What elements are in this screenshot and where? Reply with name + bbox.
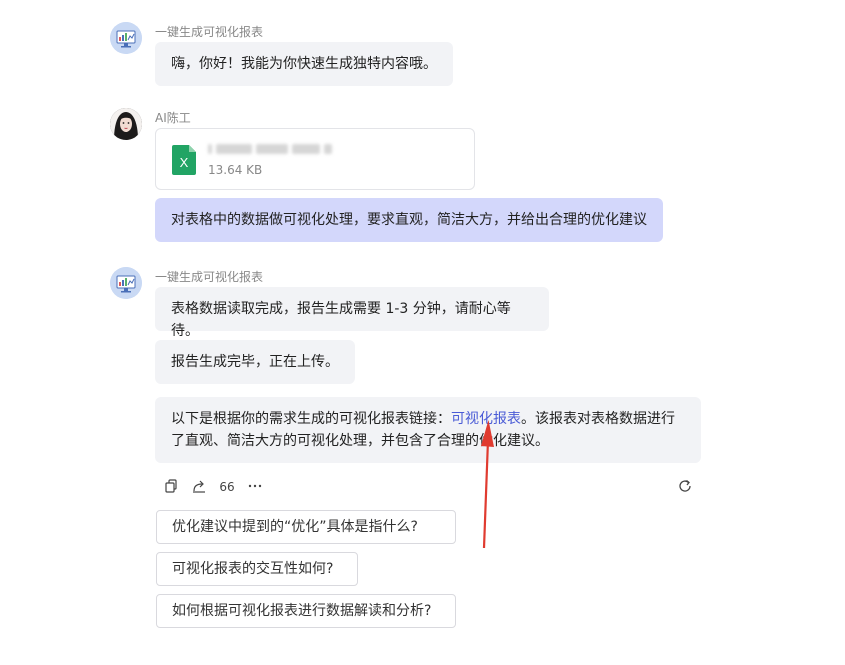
dashboard-monitor-icon: [110, 22, 142, 54]
user-sender-name: AI陈工: [155, 111, 191, 125]
bot-reply-report: 以下是根据你的需求生成的可视化报表链接：可视化报表。该报表对表格数据进行 了直观…: [155, 397, 701, 463]
dashboard-monitor-icon: [110, 267, 142, 299]
user-avatar: [110, 108, 142, 140]
report-prefix-text: 以下是根据你的需求生成的可视化报表链接：: [171, 411, 451, 427]
bot-reply-uploading: 报告生成完毕，正在上传。: [155, 340, 355, 384]
more-icon[interactable]: [247, 478, 263, 494]
file-name-redacted: [208, 143, 336, 158]
report-line-1: 以下是根据你的需求生成的可视化报表链接：可视化报表。该报表对表格数据进行: [171, 408, 685, 430]
bot-avatar: [110, 267, 142, 299]
report-link[interactable]: 可视化报表: [451, 411, 521, 427]
suggestion-chip[interactable]: 优化建议中提到的“优化”具体是指什么?: [156, 510, 456, 544]
bot-reply-reading: 表格数据读取完成，报告生成需要 1-3 分钟，请耐心等待。: [155, 287, 549, 339]
bot-sender-name: 一键生成可视化报表: [155, 270, 264, 284]
report-line-2: 了直观、简洁大方的可视化处理，并包含了合理的优化建议。: [171, 433, 549, 449]
file-size: 13.64 KB: [208, 163, 263, 177]
attached-file-card[interactable]: X 13.64 KB: [155, 128, 475, 190]
bot-sender-name: 一键生成可视化报表: [155, 25, 264, 39]
greeting-message: 嗨，你好！我能为你快速生成独特内容哦。: [155, 42, 453, 86]
excel-file-icon: X: [172, 145, 196, 175]
report-suffix-text: 。该报表对表格数据进行: [521, 411, 675, 427]
share-icon[interactable]: [191, 478, 207, 494]
quote-icon[interactable]: 66: [219, 478, 235, 494]
bot-avatar: [110, 22, 142, 54]
annotation-arrow: [481, 420, 494, 549]
refresh-icon[interactable]: [677, 478, 693, 494]
svg-text:X: X: [180, 155, 189, 170]
svg-text:66: 66: [219, 480, 234, 494]
suggestion-chip[interactable]: 可视化报表的交互性如何?: [156, 552, 358, 586]
user-message: 对表格中的数据做可视化处理，要求直观，简洁大方，并给出合理的优化建议: [155, 198, 663, 242]
suggestion-chip[interactable]: 如何根据可视化报表进行数据解读和分析?: [156, 594, 456, 628]
copy-icon[interactable]: [163, 478, 179, 494]
